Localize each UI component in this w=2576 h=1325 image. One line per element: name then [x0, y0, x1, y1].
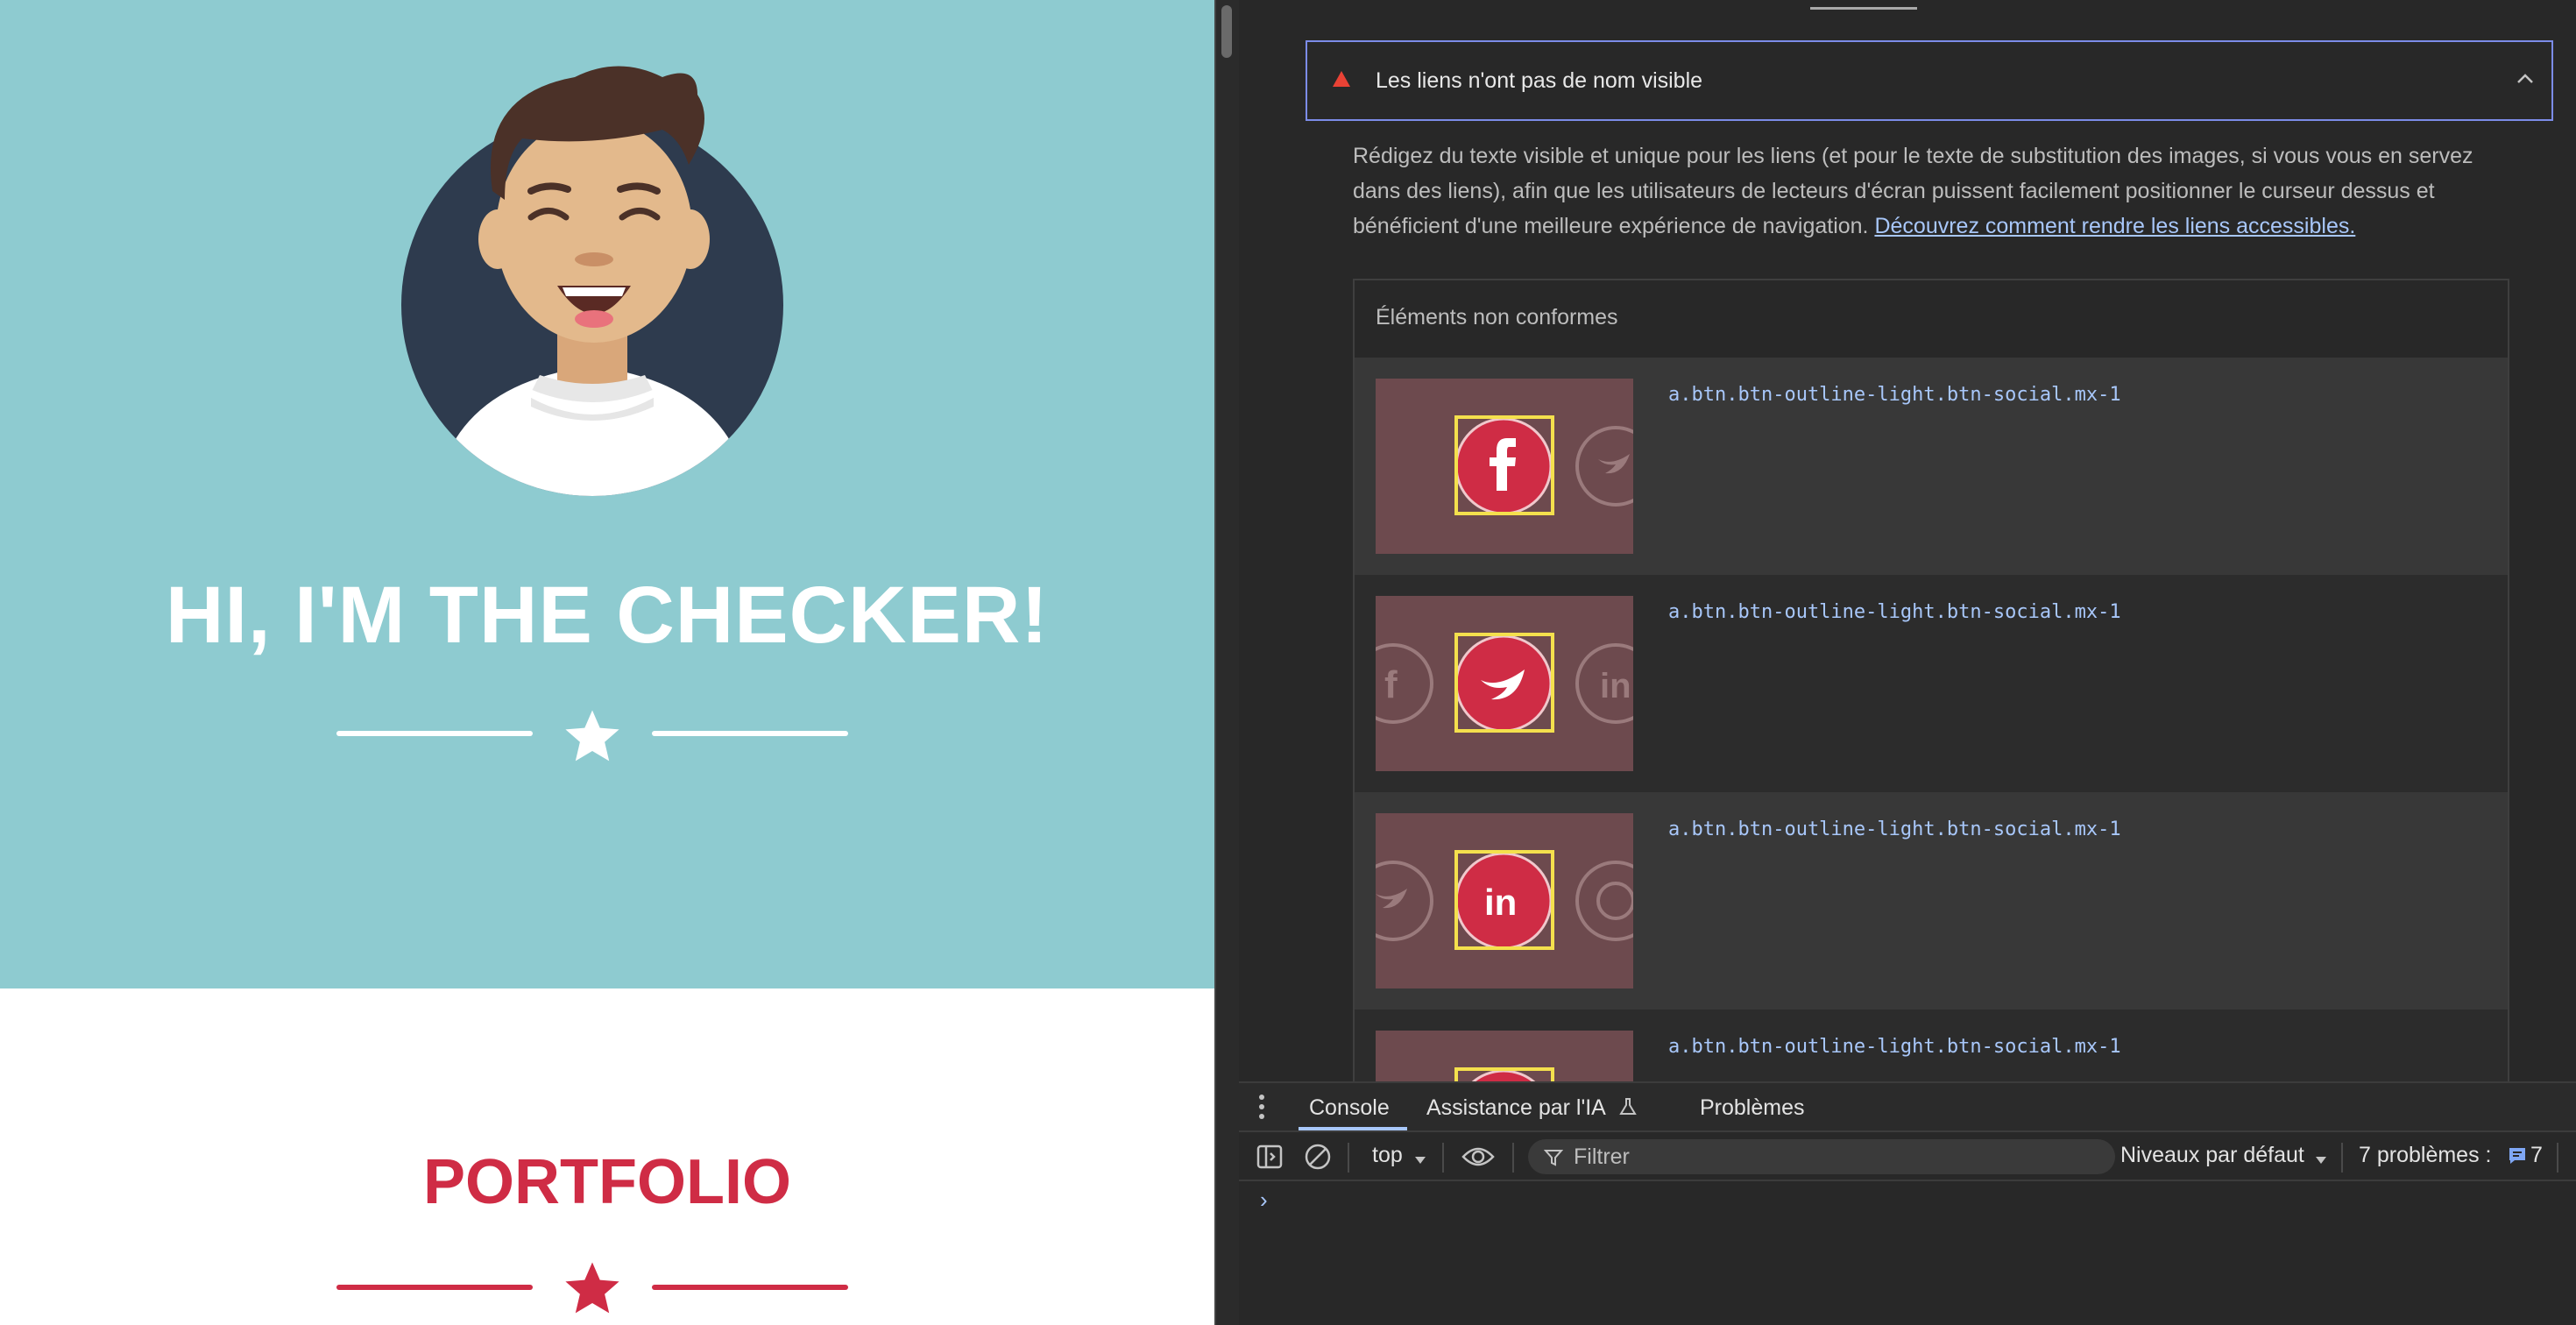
clear-console-icon[interactable]	[1304, 1143, 1332, 1175]
hero-section: HI, I'M THE CHECKER!	[0, 0, 1214, 988]
context-selector[interactable]: top	[1372, 1143, 1403, 1168]
page-scrollbar-thumb[interactable]	[1221, 5, 1232, 58]
console-toolbar: top Filtrer Niveaux par défaut 7 problèm…	[1239, 1132, 2576, 1181]
svg-text:in: in	[1484, 882, 1517, 923]
chevron-down-icon[interactable]	[1414, 1153, 1426, 1169]
table-row[interactable]: a.btn.btn-outline-light.btn-social.mx-1	[1355, 358, 2508, 575]
toolbar-separator	[1348, 1143, 1349, 1173]
web-page: HI, I'M THE CHECKER! PORTFOLIO	[0, 0, 1214, 1325]
svg-text:in: in	[1600, 667, 1631, 705]
tab-console[interactable]: Console	[1309, 1095, 1390, 1121]
table-row[interactable]: f in a.btn.btn-outline-light.btn-social.…	[1355, 575, 2508, 792]
audit-title: Les liens n'ont pas de nom visible	[1376, 68, 1703, 93]
fail-triangle-icon	[1332, 70, 1351, 92]
active-tab-indicator	[1810, 7, 1917, 10]
toolbar-separator	[2557, 1143, 2558, 1173]
filter-placeholder: Filtrer	[1574, 1144, 1630, 1169]
issues-counter-label[interactable]: 7 problèmes :	[2359, 1143, 2491, 1168]
table-row[interactable]: a.btn.btn-outline-light.btn-social.mx-1	[1355, 1010, 2508, 1081]
flask-icon	[1619, 1097, 1637, 1121]
element-selector[interactable]: a.btn.btn-outline-light.btn-social.mx-1	[1668, 818, 2121, 840]
portfolio-divider-left	[336, 1285, 533, 1290]
table-header: Éléments non conformes	[1355, 280, 2508, 359]
portfolio-title: PORTFOLIO	[423, 1147, 791, 1217]
tab-issues[interactable]: Problèmes	[1700, 1095, 1805, 1121]
drawer-tab-bar: Console Assistance par l'IA Problèmes	[1239, 1083, 2576, 1132]
active-tab-underline	[1299, 1127, 1407, 1130]
table-header-label: Éléments non conformes	[1376, 305, 1618, 329]
console-prompt[interactable]: ›	[1260, 1187, 1268, 1214]
audit-description: Rédigez du texte visible et unique pour …	[1353, 138, 2492, 244]
element-screenshot	[1376, 379, 1633, 554]
avatar	[400, 60, 785, 498]
log-levels-dropdown[interactable]: Niveaux par défaut	[2120, 1143, 2304, 1168]
filter-input[interactable]: Filtrer	[1528, 1139, 2115, 1174]
devtools-panel: Les liens n'ont pas de nom visible Rédig…	[1239, 0, 2576, 1325]
failing-elements-table: Éléments non conformes a.btn.btn-outline…	[1353, 279, 2509, 1081]
tab-ai-assistance[interactable]: Assistance par l'IA	[1426, 1095, 1606, 1121]
issues-count[interactable]: 7	[2530, 1143, 2543, 1168]
element-screenshot: f in	[1376, 596, 1633, 771]
element-selector[interactable]: a.btn.btn-outline-light.btn-social.mx-1	[1668, 601, 2121, 623]
element-screenshot	[1376, 1031, 1633, 1081]
console-drawer: Console Assistance par l'IA Problèmes to…	[1239, 1081, 2576, 1325]
table-row[interactable]: in a.btn.btn-outline-light.btn-social.mx…	[1355, 792, 2508, 1010]
audit-header[interactable]: Les liens n'ont pas de nom visible	[1306, 40, 2553, 121]
hero-title: HI, I'M THE CHECKER!	[166, 570, 1049, 660]
element-screenshot: in	[1376, 813, 1633, 988]
issue-message-icon	[2508, 1146, 2527, 1170]
divider-line-left	[336, 731, 533, 736]
page-scrollbar[interactable]	[1214, 0, 1241, 1325]
portfolio-divider-right	[652, 1285, 848, 1290]
toolbar-separator	[1512, 1143, 1514, 1173]
toolbar-separator	[2341, 1143, 2343, 1173]
star-icon	[561, 706, 624, 769]
svg-text:f: f	[1384, 663, 1398, 706]
divider-line-right	[652, 731, 848, 736]
element-selector[interactable]: a.btn.btn-outline-light.btn-social.mx-1	[1668, 1036, 2121, 1058]
learn-more-link[interactable]: Découvrez comment rendre les liens acces…	[1874, 214, 2355, 238]
sidebar-toggle-icon[interactable]	[1256, 1144, 1283, 1173]
chevron-up-icon[interactable]	[2516, 72, 2534, 89]
toolbar-separator	[1442, 1143, 1444, 1173]
star-icon	[561, 1258, 624, 1321]
eye-icon[interactable]	[1461, 1146, 1495, 1172]
filter-icon	[1543, 1148, 1564, 1172]
chevron-down-icon[interactable]	[2315, 1153, 2327, 1169]
lighthouse-report: Les liens n'ont pas de nom visible Rédig…	[1239, 0, 2576, 1081]
element-selector[interactable]: a.btn.btn-outline-light.btn-social.mx-1	[1668, 384, 2121, 406]
kebab-menu-icon[interactable]	[1256, 1092, 1267, 1126]
